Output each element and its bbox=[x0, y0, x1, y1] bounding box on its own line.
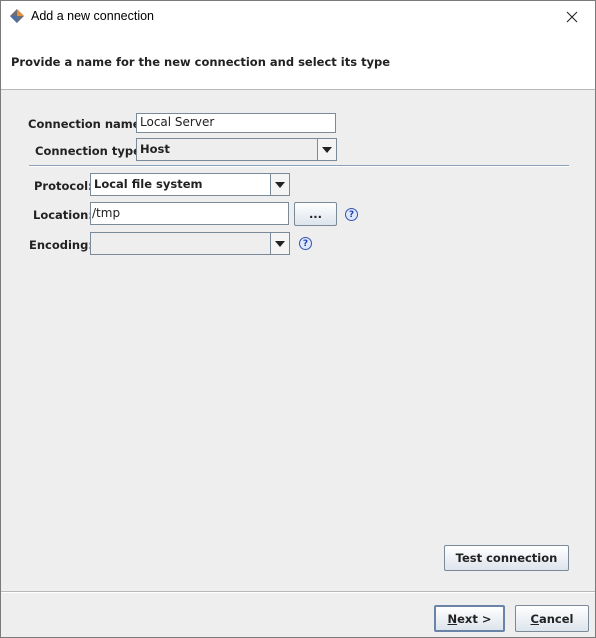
help-icon[interactable]: ? bbox=[345, 208, 358, 221]
encoding-value bbox=[91, 233, 270, 254]
app-logo-icon bbox=[10, 9, 24, 23]
cancel-button-label: ancel bbox=[538, 611, 574, 626]
connection-type-dropdown-button[interactable] bbox=[317, 139, 336, 160]
header-instruction: Provide a name for the new connection an… bbox=[11, 55, 391, 69]
connection-type-select[interactable]: Host bbox=[136, 138, 337, 161]
protocol-select[interactable]: Local file system bbox=[90, 173, 290, 196]
connection-name-label: Connection name: bbox=[28, 117, 146, 131]
connection-type-value: Host bbox=[140, 142, 170, 156]
chevron-down-icon bbox=[322, 146, 332, 153]
form-separator bbox=[29, 165, 569, 167]
browse-button[interactable]: ... bbox=[294, 202, 337, 226]
cancel-button[interactable]: Cancel bbox=[515, 605, 589, 632]
encoding-select[interactable] bbox=[90, 232, 290, 255]
chevron-down-icon bbox=[275, 181, 285, 188]
window-title: Add a new connection bbox=[31, 9, 155, 23]
location-label: Location: bbox=[33, 208, 93, 222]
test-connection-button[interactable]: Test connection bbox=[444, 545, 569, 571]
location-input[interactable]: /tmp bbox=[90, 202, 289, 225]
next-button[interactable]: Next > bbox=[434, 605, 505, 632]
encoding-dropdown-button[interactable] bbox=[270, 233, 289, 254]
chevron-down-icon bbox=[275, 240, 285, 247]
footer-separator bbox=[1, 591, 595, 593]
protocol-label: Protocol: bbox=[34, 179, 93, 193]
encoding-label: Encoding: bbox=[29, 238, 93, 252]
close-button[interactable] bbox=[549, 1, 595, 32]
title-bar: Add a new connection bbox=[1, 1, 595, 32]
help-icon[interactable]: ? bbox=[299, 237, 312, 250]
dialog-window: Add a new connection Provide a name for … bbox=[0, 0, 596, 638]
wizard-header: Provide a name for the new connection an… bbox=[1, 32, 595, 90]
protocol-value: Local file system bbox=[94, 177, 203, 191]
next-button-mnemonic: N bbox=[447, 611, 458, 626]
cancel-button-mnemonic: C bbox=[530, 611, 539, 626]
connection-name-input[interactable]: Local Server bbox=[136, 113, 336, 133]
next-button-label: ext > bbox=[457, 611, 492, 626]
connection-type-label: Connection type: bbox=[35, 144, 146, 158]
close-icon bbox=[566, 11, 578, 22]
protocol-dropdown-button[interactable] bbox=[270, 174, 289, 195]
